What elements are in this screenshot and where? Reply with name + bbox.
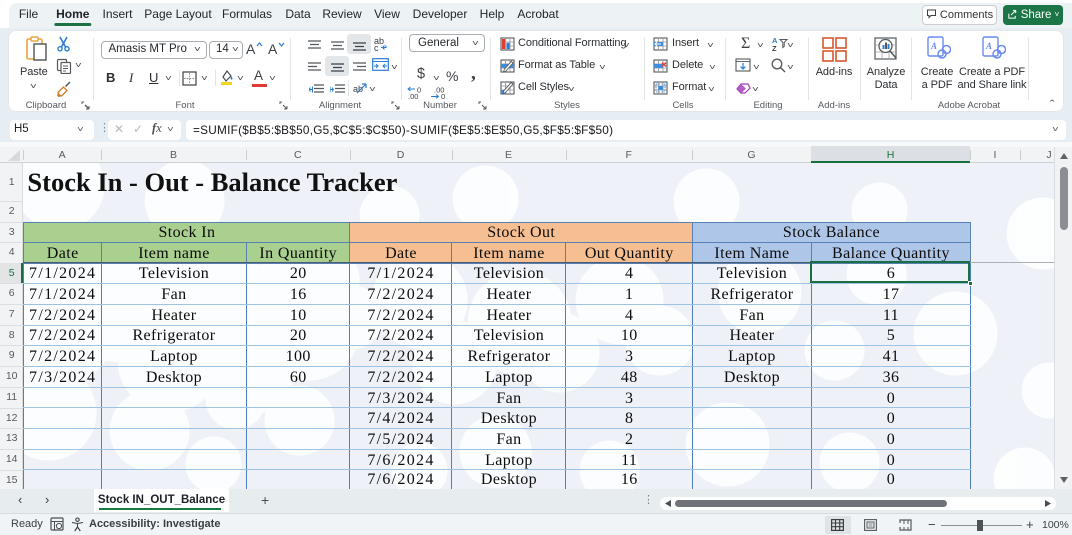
svg-text:.00: .00 [408,92,418,99]
svg-text:Z: Z [772,44,777,52]
svg-text:A: A [930,41,937,51]
svg-text:0: 0 [441,92,445,99]
svg-text:c: c [374,43,379,51]
svg-text:A: A [985,41,992,51]
